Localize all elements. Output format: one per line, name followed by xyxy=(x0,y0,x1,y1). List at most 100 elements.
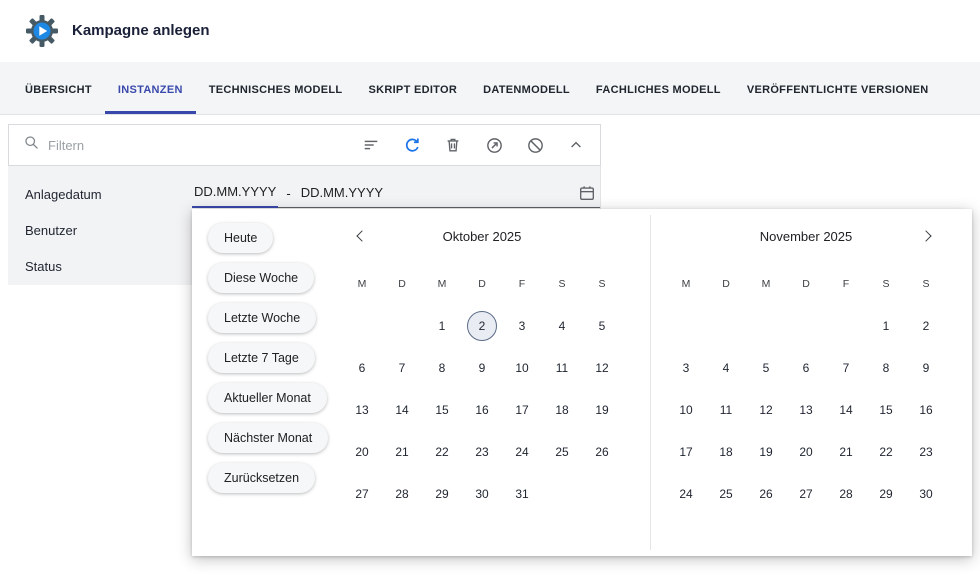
tab-datenmodell[interactable]: DATENMODELL xyxy=(470,62,583,114)
calendar-cell: 23 xyxy=(462,431,502,473)
day-28[interactable]: 28 xyxy=(831,479,861,509)
day-28[interactable]: 28 xyxy=(387,479,417,509)
navigation-icon[interactable] xyxy=(484,135,504,155)
tab-übersicht[interactable]: ÜBERSICHT xyxy=(12,62,105,114)
day-4[interactable]: 4 xyxy=(711,353,741,383)
quick-zurücksetzen-button[interactable]: Zurücksetzen xyxy=(208,463,315,493)
day-7[interactable]: 7 xyxy=(387,353,417,383)
tab-veröffentlichte-versionen[interactable]: VERÖFFENTLICHTE VERSIONEN xyxy=(734,62,942,114)
tab-fachliches-modell[interactable]: FACHLICHES MODELL xyxy=(583,62,734,114)
day-24[interactable]: 24 xyxy=(671,479,701,509)
day-27[interactable]: 27 xyxy=(347,479,377,509)
day-6[interactable]: 6 xyxy=(347,353,377,383)
day-29[interactable]: 29 xyxy=(871,479,901,509)
day-18[interactable]: 18 xyxy=(711,437,741,467)
weekday-label: D xyxy=(382,263,422,305)
day-7[interactable]: 7 xyxy=(831,353,861,383)
quick-nächster-monat-button[interactable]: Nächster Monat xyxy=(208,423,328,453)
tab-technisches-modell[interactable]: TECHNISCHES MODELL xyxy=(196,62,356,114)
day-24[interactable]: 24 xyxy=(507,437,537,467)
day-19[interactable]: 19 xyxy=(751,437,781,467)
day-14[interactable]: 14 xyxy=(831,395,861,425)
day-4[interactable]: 4 xyxy=(547,311,577,341)
calendar-cell: 9 xyxy=(906,347,946,389)
day-5[interactable]: 5 xyxy=(587,311,617,341)
day-13[interactable]: 13 xyxy=(791,395,821,425)
day-21[interactable]: 21 xyxy=(831,437,861,467)
day-19[interactable]: 19 xyxy=(587,395,617,425)
day-13[interactable]: 13 xyxy=(347,395,377,425)
day-30[interactable]: 30 xyxy=(911,479,941,509)
delete-icon[interactable] xyxy=(443,135,463,155)
day-22[interactable]: 22 xyxy=(871,437,901,467)
day-3[interactable]: 3 xyxy=(671,353,701,383)
date-from-value[interactable]: DD.MM.YYYY xyxy=(192,179,278,208)
day-15[interactable]: 15 xyxy=(427,395,457,425)
day-17[interactable]: 17 xyxy=(507,395,537,425)
page-title: Kampagne anlegen xyxy=(72,22,210,39)
quick-letzte-woche-button[interactable]: Letzte Woche xyxy=(208,303,316,333)
day-2[interactable]: 2 xyxy=(911,311,941,341)
day-20[interactable]: 20 xyxy=(791,437,821,467)
day-10[interactable]: 10 xyxy=(507,353,537,383)
quick-heute-button[interactable]: Heute xyxy=(208,223,273,253)
refresh-icon[interactable] xyxy=(402,135,422,155)
block-icon[interactable] xyxy=(525,135,545,155)
calendar-cell: 13 xyxy=(786,389,826,431)
calendar-cell: 30 xyxy=(906,473,946,515)
quick-letzte-7-tage-button[interactable]: Letzte 7 Tage xyxy=(208,343,315,373)
day-12[interactable]: 12 xyxy=(751,395,781,425)
weekday-label: M xyxy=(666,263,706,305)
day-6[interactable]: 6 xyxy=(791,353,821,383)
day-16[interactable]: 16 xyxy=(911,395,941,425)
day-29[interactable]: 29 xyxy=(427,479,457,509)
day-25[interactable]: 25 xyxy=(547,437,577,467)
day-9[interactable]: 9 xyxy=(911,353,941,383)
day-8[interactable]: 8 xyxy=(871,353,901,383)
month-label: Oktober 2025 xyxy=(443,229,522,244)
app-window: Kampagne anlegen ÜBERSICHTINSTANZENTECHN… xyxy=(0,0,980,576)
calendar-cell: 25 xyxy=(706,473,746,515)
day-21[interactable]: 21 xyxy=(387,437,417,467)
day-31[interactable]: 31 xyxy=(507,479,537,509)
day-23[interactable]: 23 xyxy=(911,437,941,467)
day-1[interactable]: 1 xyxy=(427,311,457,341)
day-30[interactable]: 30 xyxy=(467,479,497,509)
day-9[interactable]: 9 xyxy=(467,353,497,383)
date-to-value[interactable]: DD.MM.YYYY xyxy=(299,180,385,207)
day-18[interactable]: 18 xyxy=(547,395,577,425)
prev-month-icon[interactable] xyxy=(356,230,367,241)
filter-input[interactable] xyxy=(48,138,351,153)
quick-diese-woche-button[interactable]: Diese Woche xyxy=(208,263,314,293)
day-26[interactable]: 26 xyxy=(587,437,617,467)
day-22[interactable]: 22 xyxy=(427,437,457,467)
calendar-icon[interactable] xyxy=(578,184,596,202)
day-1[interactable]: 1 xyxy=(871,311,901,341)
collapse-icon[interactable] xyxy=(566,135,586,155)
tab-skript-editor[interactable]: SKRIPT EDITOR xyxy=(355,62,470,114)
day-25[interactable]: 25 xyxy=(711,479,741,509)
day-3[interactable]: 3 xyxy=(507,311,537,341)
day-11[interactable]: 11 xyxy=(711,395,741,425)
next-month-icon[interactable] xyxy=(920,230,931,241)
day-16[interactable]: 16 xyxy=(467,395,497,425)
quick-aktueller-monat-button[interactable]: Aktueller Monat xyxy=(208,383,327,413)
day-15[interactable]: 15 xyxy=(871,395,901,425)
calendar-cell: 11 xyxy=(542,347,582,389)
date-range-field[interactable]: DD.MM.YYYY - DD.MM.YYYY xyxy=(192,179,600,208)
toolbar-icons xyxy=(361,135,586,155)
sort-icon[interactable] xyxy=(361,135,381,155)
day-5[interactable]: 5 xyxy=(751,353,781,383)
day-8[interactable]: 8 xyxy=(427,353,457,383)
day-14[interactable]: 14 xyxy=(387,395,417,425)
day-20[interactable]: 20 xyxy=(347,437,377,467)
day-12[interactable]: 12 xyxy=(587,353,617,383)
day-11[interactable]: 11 xyxy=(547,353,577,383)
day-27[interactable]: 27 xyxy=(791,479,821,509)
day-10[interactable]: 10 xyxy=(671,395,701,425)
day-23[interactable]: 23 xyxy=(467,437,497,467)
day-17[interactable]: 17 xyxy=(671,437,701,467)
day-26[interactable]: 26 xyxy=(751,479,781,509)
tab-instanzen[interactable]: INSTANZEN xyxy=(105,62,196,114)
day-2[interactable]: 2 xyxy=(467,311,497,341)
